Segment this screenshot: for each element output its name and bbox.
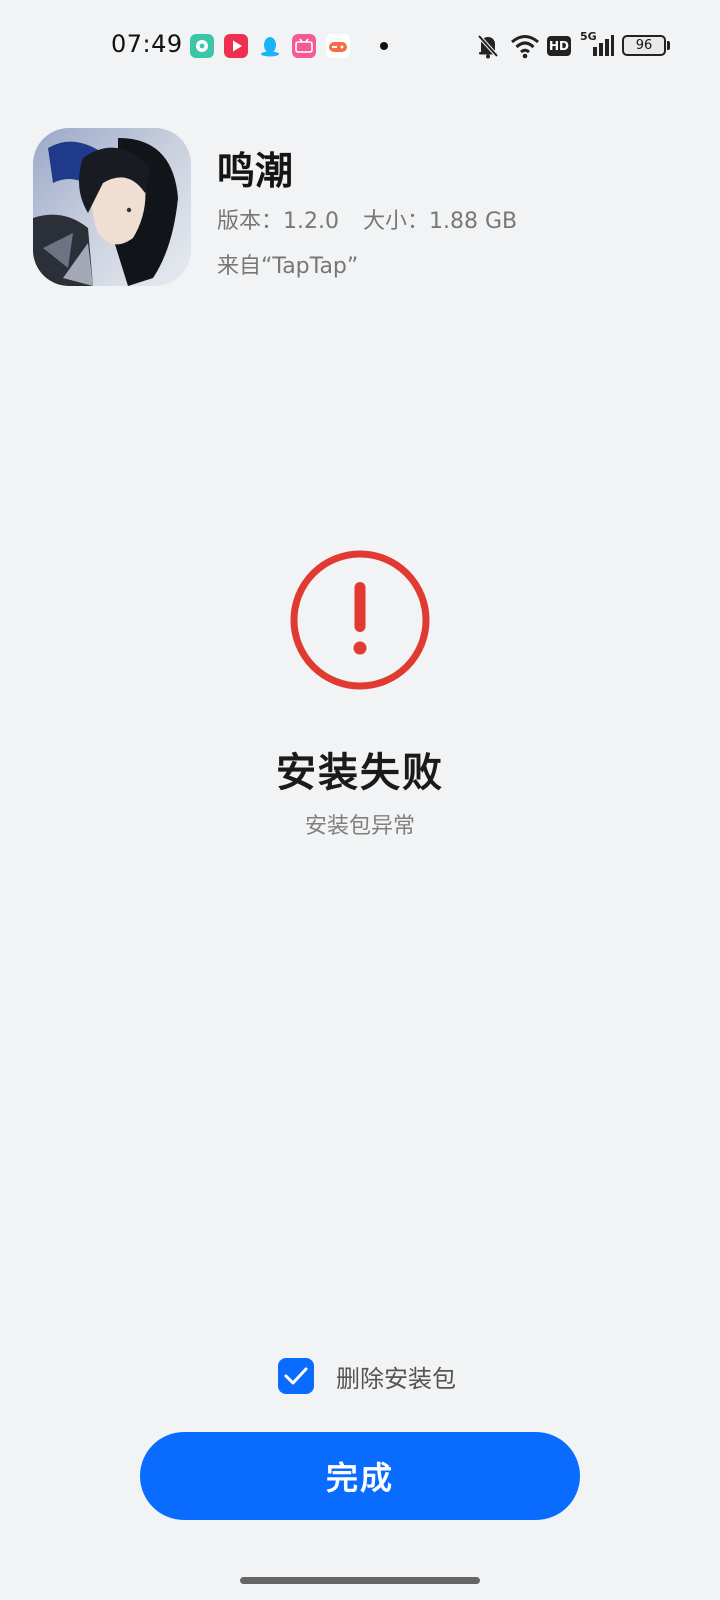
app-size: 大小：1.88 GB [362, 209, 518, 234]
error-exclamation-icon [288, 548, 432, 692]
bilibili-icon [292, 34, 316, 58]
qq-penguin-icon [258, 34, 282, 58]
delete-package-option[interactable]: 删除安装包 [278, 1358, 456, 1394]
error-title: 安装失败 [276, 750, 444, 796]
video-play-icon [224, 34, 248, 58]
more-dot-icon [380, 42, 388, 50]
wifi-icon [510, 33, 540, 59]
install-result-screen: 07:49 HD 5G 96 鸣潮 版本：1.2.0 大小：1.88 GB 来自… [0, 0, 720, 1600]
5g-signal-icon: 5G [580, 30, 614, 58]
status-time: 07:49 [111, 30, 183, 58]
game-controller-icon [326, 34, 350, 58]
status-bar: 07:49 HD 5G 96 [0, 0, 720, 92]
battery-indicator: 96 [622, 35, 666, 56]
app-name: 鸣潮 [217, 149, 294, 193]
chat-bubble-icon [190, 34, 214, 58]
battery-tip [667, 41, 670, 50]
home-indicator[interactable] [240, 1577, 480, 1584]
app-meta: 版本：1.2.0 大小：1.88 GB [217, 203, 517, 235]
5g-label: 5G [580, 30, 597, 43]
delete-package-checkbox[interactable] [278, 1358, 314, 1394]
mute-bell-icon [476, 33, 500, 59]
delete-package-label: 删除安装包 [336, 1364, 456, 1393]
app-source: 来自“TapTap” [217, 254, 359, 279]
hd-icon: HD [547, 36, 571, 56]
done-button[interactable]: 完成 [140, 1432, 580, 1520]
app-version: 版本：1.2.0 [217, 209, 339, 234]
error-description: 安装包异常 [304, 814, 415, 839]
app-icon [33, 128, 191, 286]
checkmark-icon [284, 1367, 308, 1385]
